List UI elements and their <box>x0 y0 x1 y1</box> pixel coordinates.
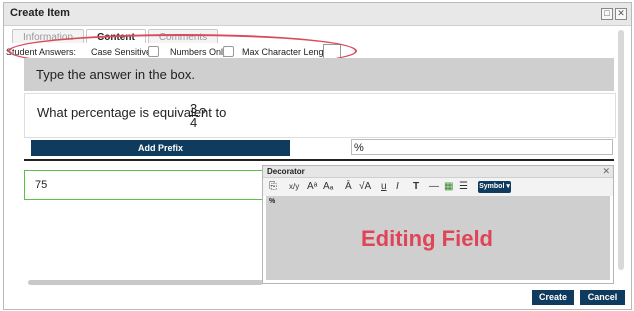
prompt-banner: Type the answer in the box. <box>24 58 614 91</box>
question-box: What percentage is equivalent to 3 4 ? <box>24 93 616 138</box>
numbers-only-label: Numbers Only: <box>170 47 231 57</box>
horizontal-scrollbar[interactable] <box>28 280 263 285</box>
student-answers-label: Student Answers: <box>6 47 77 57</box>
image-icon[interactable]: ▦ <box>444 181 453 193</box>
title-bar: Create Item □ ✕ <box>4 3 631 26</box>
underline-icon[interactable]: u <box>381 181 387 193</box>
divider <box>24 159 614 161</box>
overline-icon[interactable]: Ā <box>345 181 352 193</box>
superscript-icon[interactable]: Aᵃ <box>307 181 317 193</box>
tab-information[interactable]: Information <box>12 29 85 44</box>
max-char-length-label: Max Character Length: <box>242 47 334 57</box>
create-button[interactable]: Create <box>532 290 574 305</box>
decorator-panel: Decorator ✕ ⎘ x/y Aᵃ Aₐ Ā √A u I T — ▦ ☰… <box>262 165 614 284</box>
answer-input[interactable]: 75 <box>24 170 264 200</box>
fraction-numerator: 3 <box>189 101 199 116</box>
subscript-icon[interactable]: Aₐ <box>323 181 333 193</box>
cancel-button[interactable]: Cancel <box>580 290 625 305</box>
decorator-content: % <box>269 198 276 205</box>
tab-comments[interactable]: Comments <box>147 29 219 44</box>
fraction-denominator: 4 <box>190 115 198 130</box>
fraction-icon[interactable]: x/y <box>289 181 299 193</box>
case-sensitive-label: Case Sensitive: <box>91 47 154 57</box>
tab-content[interactable]: Content <box>86 29 146 44</box>
sqrt-icon[interactable]: √A <box>359 181 371 193</box>
editing-field-annotation: Editing Field <box>361 226 493 251</box>
tab-bar: Information Content Comments <box>12 29 219 44</box>
vertical-scrollbar[interactable] <box>618 30 624 270</box>
question-mark: ? <box>199 105 207 120</box>
fraction: 3 4 <box>189 101 199 130</box>
decorator-close-icon[interactable]: ✕ <box>602 166 610 177</box>
close-button[interactable]: ✕ <box>615 8 627 20</box>
paste-icon[interactable]: ⎘ <box>269 181 277 193</box>
decorator-toolbar: ⎘ x/y Aᵃ Aₐ Ā √A u I T — ▦ ☰ Symbol ▾ <box>263 178 613 196</box>
prefix-field[interactable]: % <box>351 139 613 155</box>
text-box-icon[interactable]: T <box>413 181 419 193</box>
case-sensitive-checkbox[interactable] <box>148 46 159 57</box>
add-prefix-button[interactable]: Add Prefix <box>31 140 290 156</box>
decorator-title: Decorator <box>263 166 613 178</box>
numbers-only-checkbox[interactable] <box>223 46 234 57</box>
answer-value: 75 <box>35 179 48 191</box>
restore-button[interactable]: □ <box>601 8 613 20</box>
horizontal-line-icon[interactable]: — <box>429 181 439 193</box>
symbol-button[interactable]: Symbol ▾ <box>478 181 511 193</box>
decorator-editing-field[interactable]: % Editing Field <box>266 196 610 280</box>
list-icon[interactable]: ☰ <box>459 181 468 193</box>
italic-icon[interactable]: I <box>396 181 399 193</box>
window-title: Create Item <box>10 7 70 19</box>
max-char-length-input[interactable] <box>323 44 341 59</box>
prompt-text: Type the answer in the box. <box>36 67 195 82</box>
